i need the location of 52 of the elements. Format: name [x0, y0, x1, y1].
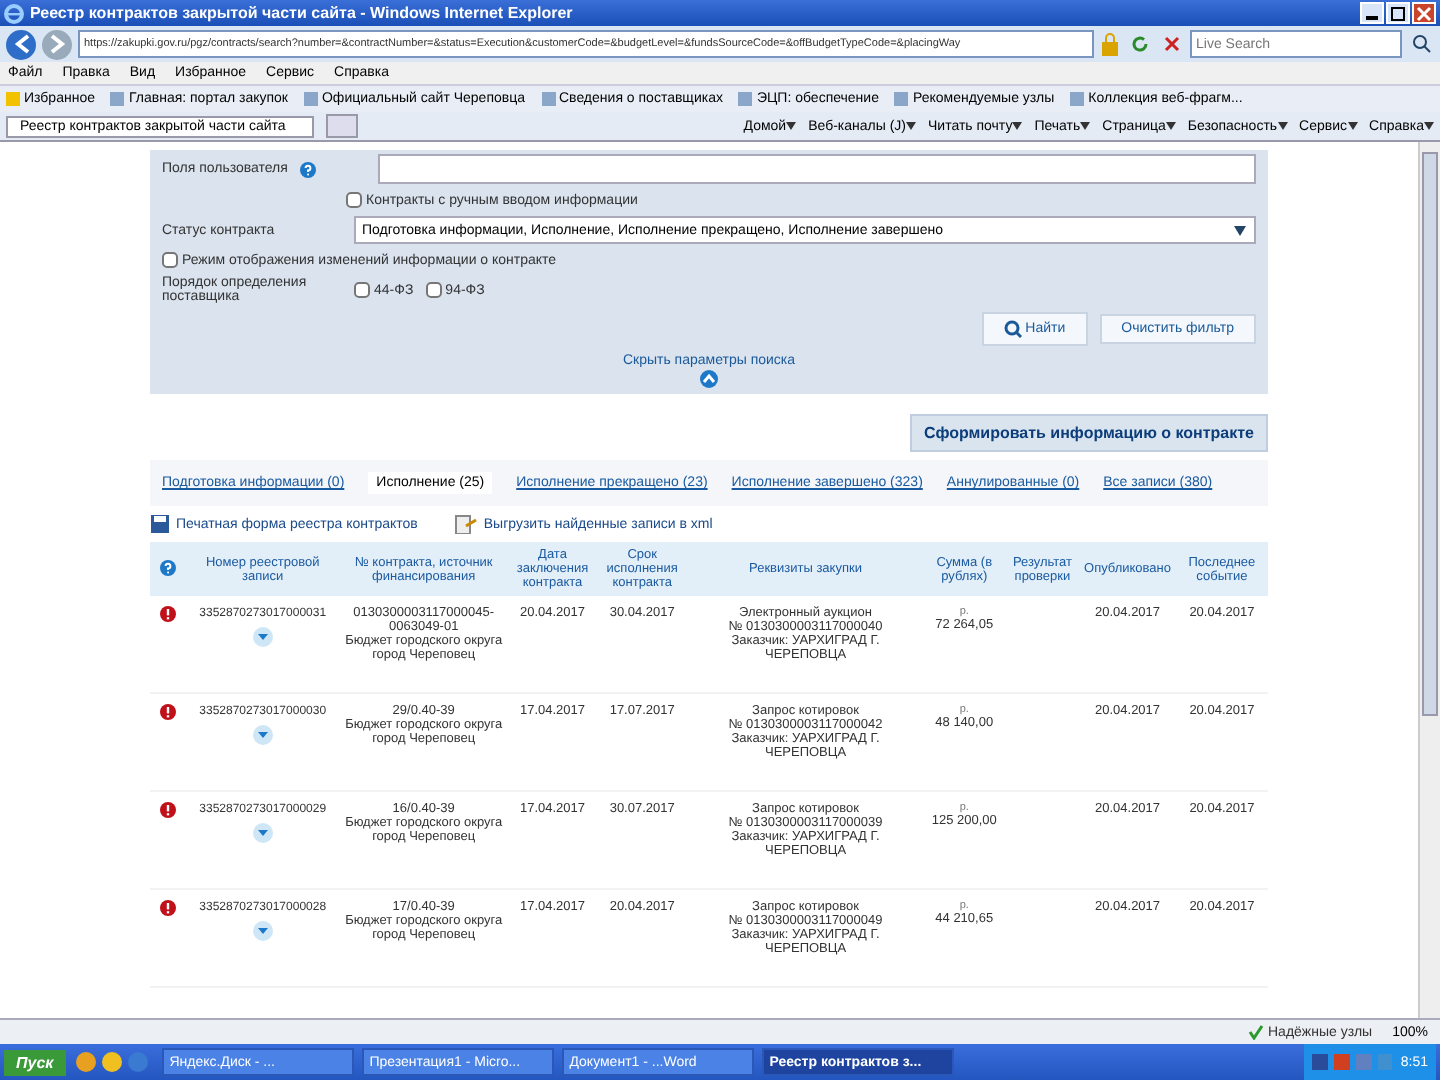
warning-icon	[160, 606, 177, 622]
checkbox[interactable]	[425, 282, 442, 298]
maximize-button[interactable]	[1386, 2, 1410, 24]
user-field-input[interactable]	[377, 154, 1256, 184]
page-icon	[894, 92, 909, 106]
tray-icons[interactable]	[1312, 1052, 1393, 1072]
expand-icon[interactable]	[251, 822, 274, 844]
expand-icon[interactable]	[251, 920, 274, 942]
browser-logo-icon	[4, 3, 24, 23]
warning-icon	[160, 900, 177, 916]
form-contract-button[interactable]: Сформировать информацию о контракте	[910, 414, 1268, 452]
start-button[interactable]: Пуск	[4, 1049, 66, 1075]
forward-button[interactable]	[42, 29, 72, 59]
expand-icon[interactable]	[251, 626, 274, 648]
caret-icon	[1424, 121, 1434, 129]
page-icon	[110, 92, 125, 106]
close-button[interactable]	[1412, 2, 1436, 24]
checkbox[interactable]	[354, 282, 370, 298]
maximize-icon	[1390, 5, 1406, 21]
expand-icon[interactable]	[251, 724, 274, 746]
caret-icon	[1347, 121, 1358, 129]
quick-launch-icons[interactable]	[73, 1050, 154, 1074]
document-arrow-icon	[453, 514, 478, 534]
checkbox[interactable]	[162, 252, 178, 268]
scrollbar[interactable]	[1418, 142, 1440, 1018]
collapse-icon[interactable]	[700, 370, 718, 388]
caret-icon	[786, 121, 797, 129]
lock-icon	[1100, 32, 1120, 56]
checkmark-icon	[1248, 1024, 1264, 1040]
caret-icon	[906, 121, 917, 129]
page-icon	[1070, 92, 1085, 106]
help-icon	[299, 161, 316, 177]
search-icon	[1411, 34, 1431, 54]
search-button[interactable]	[1408, 31, 1434, 57]
back-button[interactable]	[6, 29, 36, 59]
stop-icon	[1161, 34, 1181, 54]
minimize-button[interactable]	[1360, 2, 1384, 24]
page-icon	[738, 92, 753, 106]
page-icon	[541, 92, 555, 106]
caret-icon	[1277, 121, 1288, 129]
caret-icon	[1012, 121, 1023, 129]
help-icon	[160, 559, 177, 575]
page-icon	[303, 92, 318, 106]
search-icon	[1003, 320, 1022, 338]
close-icon	[1416, 5, 1432, 21]
checkbox[interactable]	[346, 192, 362, 208]
caret-icon	[1165, 121, 1176, 129]
window-title: Реестр контрактов закрытой части сайта - Windows Internet Explorer	[30, 4, 573, 22]
warning-icon	[160, 802, 177, 818]
caret-icon	[1080, 121, 1091, 129]
warning-icon	[160, 704, 177, 720]
refresh-icon	[1129, 34, 1149, 54]
